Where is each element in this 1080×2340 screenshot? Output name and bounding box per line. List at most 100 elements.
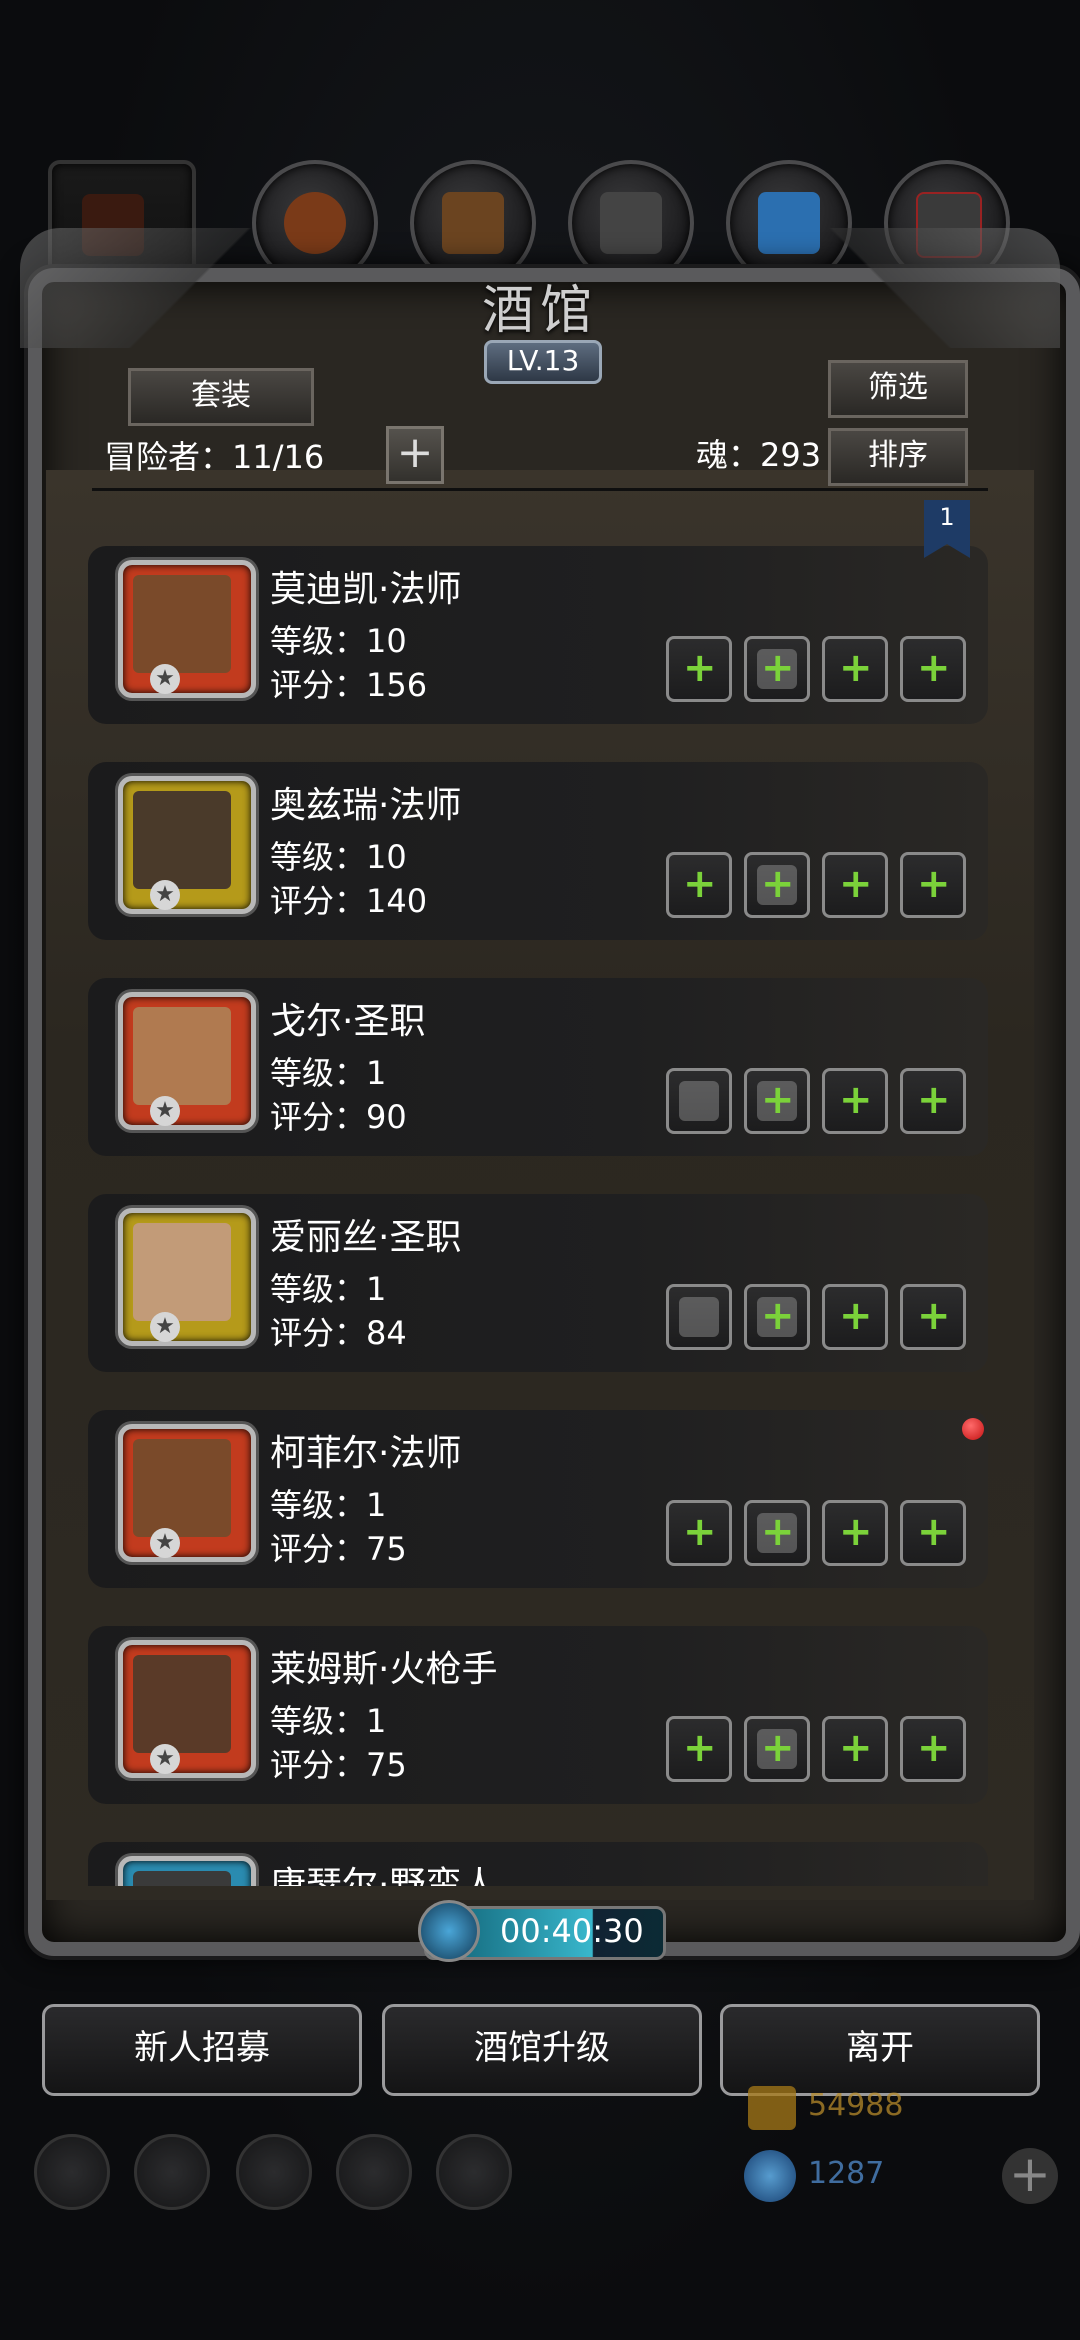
star-icon: ★ [150, 1528, 180, 1558]
plus-icon: + [917, 1293, 951, 1339]
plus-icon: + [839, 1077, 873, 1123]
filter-button[interactable]: 筛选 [828, 360, 968, 418]
hero-name: 柯菲尔·法师 [270, 1433, 462, 1474]
accessory-slot[interactable]: + [822, 1284, 888, 1350]
notification-dot [962, 1418, 984, 1440]
hero-score: 评分：75 [270, 1746, 407, 1784]
star-icon: ★ [150, 880, 180, 910]
hero-level: 等级：1 [270, 1270, 387, 1308]
helmet-icon [284, 192, 346, 254]
armor-slot[interactable]: + [744, 1716, 810, 1782]
weapon-slot[interactable]: + [666, 1716, 732, 1782]
plus-icon: + [839, 1293, 873, 1339]
accessory-slot[interactable]: + [822, 636, 888, 702]
hero-card[interactable]: ★ 莱姆斯·火枪手 等级：1 评分：75 + + + + [88, 1626, 988, 1804]
weapon-slot[interactable]: + [666, 852, 732, 918]
weapon-slot[interactable]: + [666, 636, 732, 702]
adventurer-count: 冒险者：11/16 [104, 438, 325, 476]
hero-card[interactable]: ★ 莫迪凯·法师 等级：10 评分：156 + + + + [88, 546, 988, 724]
plus-icon: + [683, 1509, 717, 1555]
plus-icon: + [917, 645, 951, 691]
hero-card[interactable]: ★ 奥兹瑞·法师 等级：10 评分：140 + + + + [88, 762, 988, 940]
star-icon: ★ [150, 1744, 180, 1774]
accessory-slot[interactable]: + [900, 636, 966, 702]
hero-card[interactable]: 康瑟尔·野蛮人 [88, 1842, 988, 1886]
hero-level: 等级：10 [270, 838, 407, 876]
armor-slot[interactable]: + [744, 636, 810, 702]
plus-icon: + [761, 861, 795, 907]
accessory-slot[interactable]: + [900, 1284, 966, 1350]
hammer-icon [679, 1297, 719, 1337]
hero-score: 评分：84 [270, 1314, 407, 1352]
plus-icon: + [761, 1725, 795, 1771]
mail-icon[interactable] [336, 2134, 412, 2210]
weapon-slot[interactable] [666, 1068, 732, 1134]
plus-icon: + [683, 861, 717, 907]
hero-card[interactable]: ★ 柯菲尔·法师 等级：1 评分：75 + + + + [88, 1410, 988, 1588]
armor-slot[interactable]: + [744, 1068, 810, 1134]
armor-slot[interactable]: + [744, 1284, 810, 1350]
shield-icon [442, 192, 504, 254]
accessory-slot[interactable]: + [900, 1500, 966, 1566]
avatar [118, 1640, 256, 1778]
plus-icon: + [761, 1293, 795, 1339]
plus-icon: + [839, 645, 873, 691]
soul-count: 魂：293 [696, 436, 822, 474]
accessory-slot[interactable]: + [822, 1068, 888, 1134]
accessory-slot[interactable]: + [822, 1716, 888, 1782]
level-badge: LV.13 [484, 340, 602, 384]
hero-name: 莫迪凯·法师 [270, 569, 462, 610]
hero-list[interactable]: ★ 莫迪凯·法师 等级：10 评分：156 + + + + ★ 奥兹瑞·法师 等… [46, 500, 1034, 1886]
recruit-button[interactable]: 新人招募 [42, 2004, 362, 2096]
upgrade-tavern-button[interactable]: 酒馆升级 [382, 2004, 702, 2096]
hero-card[interactable]: ★ 戈尔·圣职 等级：1 评分：90 + + + [88, 978, 988, 1156]
divider [92, 488, 988, 491]
plus-icon: + [839, 1725, 873, 1771]
clock-icon [418, 1900, 480, 1962]
accessory-slot[interactable]: + [822, 852, 888, 918]
add-currency-button[interactable]: + [1002, 2148, 1058, 2204]
hero-name: 康瑟尔·野蛮人 [270, 1865, 498, 1886]
add-slot-button[interactable]: + [386, 426, 444, 484]
hammer-icon [679, 1081, 719, 1121]
plus-icon: + [917, 1077, 951, 1123]
achievement-icon[interactable] [134, 2134, 210, 2210]
hero-name: 奥兹瑞·法师 [270, 785, 462, 826]
accessory-slot[interactable]: + [900, 1716, 966, 1782]
hero-score: 评分：90 [270, 1098, 407, 1136]
plus-icon: + [839, 861, 873, 907]
accessory-slot[interactable]: + [822, 1500, 888, 1566]
suit-button[interactable]: 套装 [128, 368, 314, 426]
weapon-slot[interactable]: + [666, 1500, 732, 1566]
avatar [118, 1424, 256, 1562]
plus-icon: + [839, 1509, 873, 1555]
hero-name: 戈尔·圣职 [270, 1001, 426, 1042]
avatar [118, 560, 256, 698]
leave-button[interactable]: 离开 [720, 2004, 1040, 2096]
gold-icon [748, 2086, 796, 2130]
inventory-icon[interactable] [436, 2134, 512, 2210]
hero-level: 等级：10 [270, 622, 407, 660]
star-icon: ★ [150, 1312, 180, 1342]
plus-icon: + [683, 1725, 717, 1771]
hero-score: 评分：75 [270, 1530, 407, 1568]
hero-score: 评分：156 [270, 666, 428, 704]
gem-amount: 1287 [808, 2156, 885, 2191]
hero-card[interactable]: ★ 爱丽丝·圣职 等级：1 评分：84 + + + [88, 1194, 988, 1372]
armor-slot[interactable]: + [744, 1500, 810, 1566]
avatar [118, 776, 256, 914]
plus-icon: + [917, 861, 951, 907]
armor-slot[interactable]: + [744, 852, 810, 918]
guild-icon[interactable] [236, 2134, 312, 2210]
hero-name: 莱姆斯·火枪手 [270, 1649, 498, 1690]
accessory-slot[interactable]: + [900, 1068, 966, 1134]
sort-button[interactable]: 排序 [828, 428, 968, 486]
accessory-slot[interactable]: + [900, 852, 966, 918]
gold-amount: 54988 [808, 2088, 904, 2123]
settings-icon[interactable] [34, 2134, 110, 2210]
hero-name: 爱丽丝·圣职 [270, 1217, 462, 1258]
plus-icon: + [761, 1077, 795, 1123]
weapon-slot[interactable] [666, 1284, 732, 1350]
plus-icon: + [917, 1509, 951, 1555]
hero-level: 等级：1 [270, 1486, 387, 1524]
